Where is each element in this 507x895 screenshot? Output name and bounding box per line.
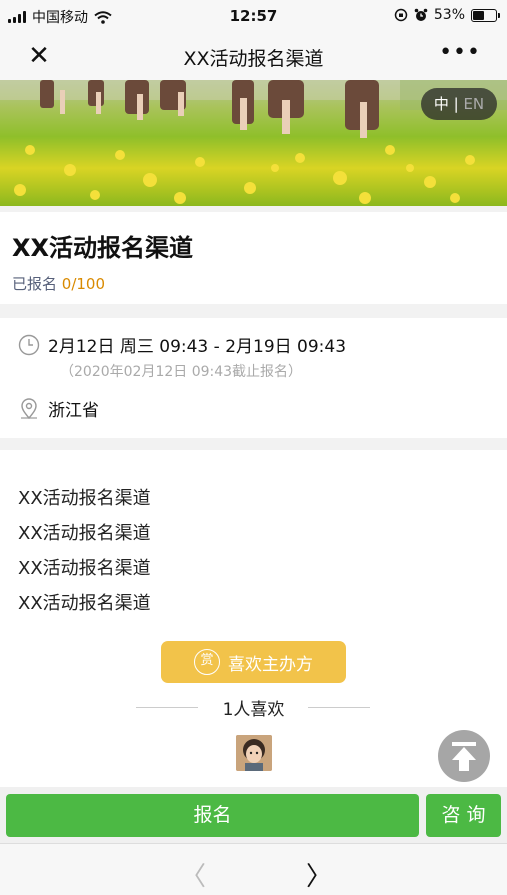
- event-date-range: 2月12日 周三 09:43 - 2月19日 09:43: [48, 337, 347, 357]
- event-title: XX活动报名渠道: [12, 234, 194, 262]
- divider-right: [308, 707, 370, 708]
- description-line: XX活动报名渠道: [18, 593, 151, 614]
- like-organizer-button[interactable]: 赏 喜欢主办方: [161, 641, 346, 683]
- language-toggle[interactable]: 中 | EN: [421, 88, 497, 120]
- registration-deadline: （2020年02月12日 09:43截止报名）: [60, 364, 303, 380]
- battery-percent: 53%: [433, 7, 465, 23]
- browser-nav-bar: 〈 〉: [0, 843, 507, 895]
- avatar[interactable]: [236, 735, 272, 771]
- battery-icon: [471, 8, 500, 22]
- more-icon[interactable]: •••: [439, 40, 481, 65]
- reward-icon: 赏: [194, 649, 220, 675]
- location-pin-icon: [21, 398, 37, 420]
- alarm-icon: [414, 8, 428, 21]
- event-description-card: XX活动报名渠道 XX活动报名渠道 XX活动报名渠道 XX活动报名渠道 赏 喜欢…: [0, 450, 507, 787]
- registration-status: 已报名 0/100: [12, 273, 105, 294]
- event-title-card: XX活动报名渠道 已报名 0/100: [0, 212, 507, 304]
- scroll-to-top-button[interactable]: [438, 730, 490, 782]
- nav-bar: ✕ XX活动报名渠道 •••: [0, 32, 507, 80]
- arrow-up-icon: [452, 742, 476, 771]
- event-time-row: 2月12日 周三 09:43 - 2月19日 09:43 （2020年02月12…: [18, 332, 346, 381]
- lang-zh[interactable]: 中: [434, 95, 449, 113]
- forward-arrow-icon[interactable]: 〉: [306, 856, 332, 893]
- event-location-row[interactable]: 浙江省: [18, 396, 99, 421]
- description-line: XX活动报名渠道: [18, 523, 151, 544]
- back-arrow-icon[interactable]: 〈: [180, 856, 206, 893]
- lang-separator: |: [448, 95, 464, 113]
- likes-count-row: 1人喜欢: [0, 695, 507, 720]
- registered-count: 0/100: [61, 275, 106, 293]
- lang-en[interactable]: EN: [463, 95, 484, 113]
- event-location: 浙江省: [48, 401, 99, 421]
- clock-icon: [18, 334, 40, 356]
- bottom-action-bar: 报名 咨询: [0, 787, 507, 843]
- description-line: XX活动报名渠道: [18, 558, 151, 579]
- event-banner-image: 中 | EN: [0, 80, 507, 206]
- consult-button[interactable]: 咨询: [426, 794, 501, 837]
- register-button[interactable]: 报名: [6, 794, 419, 837]
- event-info-card: 2月12日 周三 09:43 - 2月19日 09:43 （2020年02月12…: [0, 318, 507, 438]
- page-title: XX活动报名渠道: [183, 48, 324, 70]
- registered-label: 已报名: [12, 275, 62, 293]
- description-line: XX活动报名渠道: [18, 488, 151, 509]
- like-button-label: 喜欢主办方: [228, 654, 313, 675]
- likes-count: 1人喜欢: [222, 700, 285, 720]
- orientation-lock-icon: [394, 8, 408, 22]
- status-bar: 中国移动 12:57 53%: [0, 0, 507, 32]
